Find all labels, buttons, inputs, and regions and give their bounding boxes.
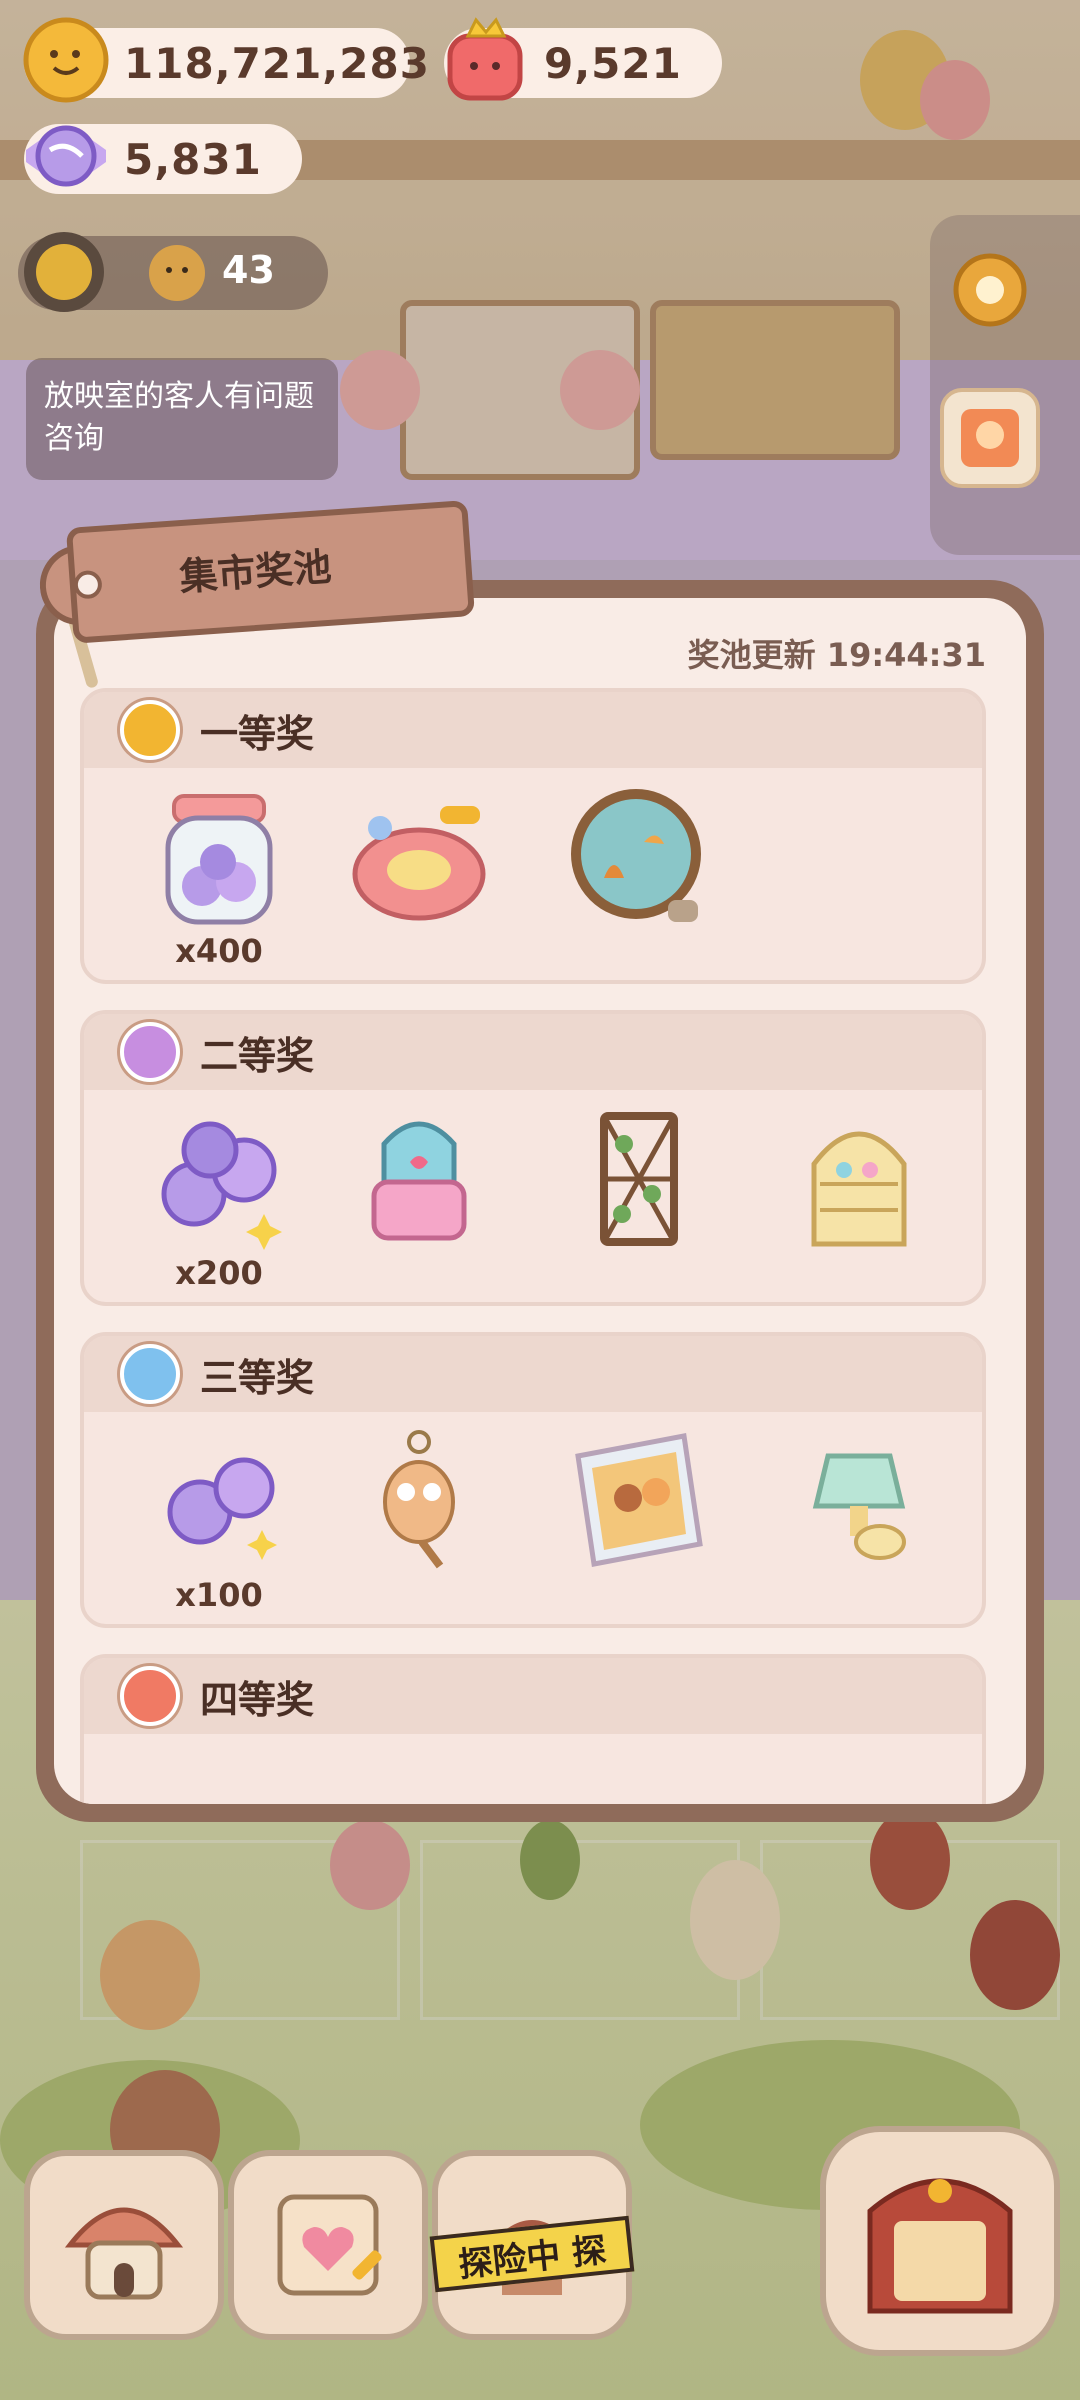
prize-qty: x400 (175, 932, 263, 970)
tier-header: 一等奖 (84, 692, 982, 768)
backpack-icon (371, 1121, 467, 1241)
tier-title: 二等奖 (200, 1033, 315, 1078)
cookie-coin-icon (23, 17, 109, 103)
prize-pool-panel: 奖池更新 19:44:31 一等奖 x400 二等奖 x200 三等奖 x100… (54, 598, 1026, 1804)
prize-qty: x200 (175, 1254, 263, 1292)
gold-orb-icon (120, 700, 180, 760)
tier-title: 四等奖 (200, 1677, 315, 1722)
cookie-character-icon (149, 245, 205, 301)
photo-frame-icon (575, 1433, 703, 1567)
exploring-label: 探险中 探 (456, 2229, 608, 2286)
theater-button[interactable] (820, 2126, 1060, 2356)
blue-orb-icon (120, 1344, 180, 1404)
settings-button[interactable] (940, 240, 1040, 340)
tier-header: 四等奖 (84, 1658, 982, 1734)
prize-item-ivy-trellis[interactable] (554, 1104, 724, 1302)
tier-third-prize: 三等奖 x100 (80, 1332, 986, 1628)
prize-item-owl-keychain[interactable] (334, 1426, 504, 1624)
candy-jar-icon (165, 794, 273, 925)
prize-item-candy-jar[interactable]: x400 (134, 782, 304, 980)
coin-counter[interactable]: 118,721,283 (23, 17, 429, 103)
prize-item-candies[interactable]: x100 (134, 1426, 304, 1624)
character-card-button[interactable] (940, 388, 1040, 488)
purple-orb-icon (120, 1022, 180, 1082)
diary-button[interactable] (228, 2150, 428, 2340)
cookie-card-icon (961, 409, 1019, 467)
house-button[interactable] (24, 2150, 224, 2340)
candy-pair-icon (167, 1457, 277, 1560)
modal-title: 集市奖池 (178, 544, 333, 600)
tier-header: 三等奖 (84, 1336, 982, 1412)
candy-pile-icon (161, 1121, 282, 1250)
candy-icon (26, 125, 106, 187)
prize-item-arched-shelf[interactable] (774, 1104, 944, 1302)
flamingo-float-icon (352, 806, 486, 921)
tier-header: 二等奖 (84, 1014, 982, 1090)
gem-counter[interactable]: 9,521 (444, 17, 722, 101)
theater-stage-icon (867, 2178, 1013, 2314)
coin-amount: 118,721,283 (124, 38, 430, 88)
exploration-button[interactable]: 探险中 探 (429, 2150, 635, 2340)
quest-notice[interactable]: 放映室的客人有问题咨询 (26, 358, 338, 480)
quest-notice-text: 放映室的客人有问题咨询 (44, 379, 314, 456)
candy-amount: 5,831 (124, 134, 262, 184)
prize-item-wall-lamp[interactable] (774, 1426, 944, 1624)
tier-second-prize: 二等奖 x200 (80, 1010, 986, 1306)
pool-refresh-timer: 奖池更新 19:44:31 (687, 636, 986, 674)
level-count: 43 (222, 248, 275, 292)
diary-heart-icon (277, 2194, 382, 2296)
jelly-crown-icon (447, 17, 523, 101)
sun-level-pill[interactable]: 43 (18, 232, 328, 312)
prize-item-candies[interactable]: x200 (134, 1104, 304, 1302)
prize-item-round-aquarium[interactable] (554, 782, 724, 980)
sun-icon (24, 232, 104, 312)
gear-icon (953, 253, 1027, 327)
prize-item-photo-frame[interactable] (554, 1426, 724, 1624)
tier-first-prize: 一等奖 x400 (80, 688, 986, 984)
owl-keychain-icon (383, 1430, 455, 1569)
prize-item-flamingo-float[interactable] (334, 782, 504, 980)
tier-fourth-prize: 四等奖 (80, 1654, 986, 1804)
prize-pool-modal: 奖池更新 19:44:31 一等奖 x400 二等奖 x200 三等奖 x100… (36, 580, 1044, 1822)
gem-amount: 9,521 (544, 38, 682, 88)
red-orb-icon (120, 1666, 180, 1726)
mushroom-house-icon (64, 2207, 184, 2300)
aquarium-icon (571, 789, 701, 922)
exploring-badge: 探险中 探 (429, 2215, 635, 2293)
wall-lamp-icon (812, 1453, 906, 1560)
candy-counter[interactable]: 5,831 (24, 124, 302, 194)
shelf-icon (811, 1131, 907, 1247)
tier-title: 三等奖 (200, 1355, 315, 1400)
prize-item-pink-backpack[interactable] (334, 1104, 504, 1302)
tier-title: 一等奖 (200, 711, 315, 756)
trellis-icon (600, 1112, 678, 1246)
prize-qty: x100 (175, 1576, 263, 1614)
